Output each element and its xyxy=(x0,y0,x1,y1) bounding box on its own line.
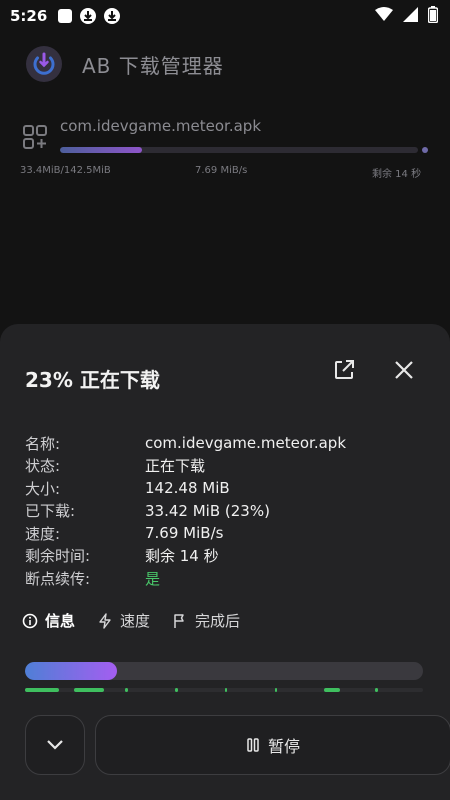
segment-progress-track xyxy=(25,688,423,692)
info-row-status: 状态: 正在下载 xyxy=(25,455,425,478)
close-icon xyxy=(393,359,415,385)
segment-progress xyxy=(175,688,178,692)
open-external-button[interactable] xyxy=(330,358,358,386)
download-item-progress-fill xyxy=(60,147,143,153)
info-key: 剩余时间: xyxy=(25,547,91,566)
segment-progress xyxy=(275,688,277,692)
info-key: 名称: xyxy=(25,434,61,453)
sheet-title: 23% 正在下载 xyxy=(25,368,160,392)
open-external-icon xyxy=(332,358,356,386)
info-row-size: 大小: 142.48 MiB xyxy=(25,477,425,500)
status-bar: 5:26 xyxy=(0,0,450,32)
info-key: 断点续传: xyxy=(25,569,91,588)
signal-icon xyxy=(403,6,418,26)
segment-progress xyxy=(324,688,340,692)
details-tabs: 信息 速度 完成后 xyxy=(22,610,262,631)
segment-progress xyxy=(225,688,227,692)
info-row-resume-support: 断点续传: 是 xyxy=(25,567,425,590)
wifi-icon xyxy=(375,7,393,25)
info-key: 速度: xyxy=(25,524,61,543)
info-key: 状态: xyxy=(25,457,61,476)
info-value: 剩余 14 秒 xyxy=(145,547,219,566)
info-value: com.idevgame.meteor.apk xyxy=(145,434,347,453)
tab-label: 完成后 xyxy=(195,612,241,630)
collapse-button[interactable] xyxy=(25,715,85,775)
info-list: 名称: com.idevgame.meteor.apk 状态: 正在下载 大小:… xyxy=(25,432,425,590)
battery-icon xyxy=(427,5,439,27)
download-item-size: 33.4MiB/142.5MiB xyxy=(20,165,111,176)
info-row-downloaded: 已下载: 33.42 MiB (23%) xyxy=(25,500,425,523)
info-value: 7.69 MiB/s xyxy=(145,524,224,543)
lightning-icon xyxy=(97,612,113,629)
progress-track xyxy=(25,662,423,680)
screen: 5:26 AB 下载管理器 com.idevgame.meteor.apk 33… xyxy=(0,0,450,800)
info-value: 142.48 MiB xyxy=(145,479,230,498)
pause-button[interactable]: 暂停 xyxy=(95,715,450,775)
download-item-speed: 7.69 MiB/s xyxy=(195,165,248,176)
tab-label: 速度 xyxy=(120,612,151,630)
status-right-icons xyxy=(375,5,439,27)
apps-grid-icon xyxy=(22,124,48,154)
info-key: 大小: xyxy=(25,479,61,498)
tab-info[interactable]: 信息 xyxy=(22,610,75,631)
app-title: AB 下载管理器 xyxy=(82,53,224,78)
download-item-progress-track xyxy=(60,147,418,153)
segment-progress xyxy=(74,688,104,692)
pause-label: 暂停 xyxy=(267,737,300,756)
info-key: 已下载: xyxy=(25,502,76,521)
info-value: 33.42 MiB (23%) xyxy=(145,501,270,520)
app-bar: AB 下载管理器 xyxy=(0,36,450,92)
flag-icon xyxy=(172,613,188,629)
info-icon xyxy=(22,613,38,629)
download-item-progress-end-dot xyxy=(422,147,428,153)
download-details-sheet: 23% 正在下载 名称: com.idevgame.meteor.apk 状态:… xyxy=(0,324,450,800)
tab-label: 信息 xyxy=(45,612,76,630)
download-notification-icon xyxy=(79,7,97,25)
pause-icon xyxy=(246,738,260,752)
download-list-item[interactable]: com.idevgame.meteor.apk 33.4MiB/142.5MiB… xyxy=(0,110,450,190)
info-value: 是 xyxy=(145,569,161,588)
info-row-remaining-time: 剩余时间: 剩余 14 秒 xyxy=(25,545,425,568)
progress-fill xyxy=(25,662,117,680)
info-value: 正在下载 xyxy=(145,457,206,476)
download-item-remaining: 剩余 14 秒 xyxy=(372,169,422,180)
close-sheet-button[interactable] xyxy=(390,358,418,386)
tab-after-complete[interactable]: 完成后 xyxy=(172,610,240,631)
chevron-down-icon xyxy=(46,736,64,755)
segment-progress xyxy=(25,688,59,692)
square-notification-icon xyxy=(57,8,73,24)
download-notification-icon xyxy=(103,7,121,25)
download-item-name: com.idevgame.meteor.apk xyxy=(60,117,262,135)
segment-progress xyxy=(125,688,128,692)
status-time: 5:26 xyxy=(10,7,48,25)
info-row-speed: 速度: 7.69 MiB/s xyxy=(25,522,425,545)
info-row-name: 名称: com.idevgame.meteor.apk xyxy=(25,432,425,455)
tab-speed[interactable]: 速度 xyxy=(97,610,150,631)
download-power-icon xyxy=(26,46,62,82)
segment-progress xyxy=(375,688,378,692)
